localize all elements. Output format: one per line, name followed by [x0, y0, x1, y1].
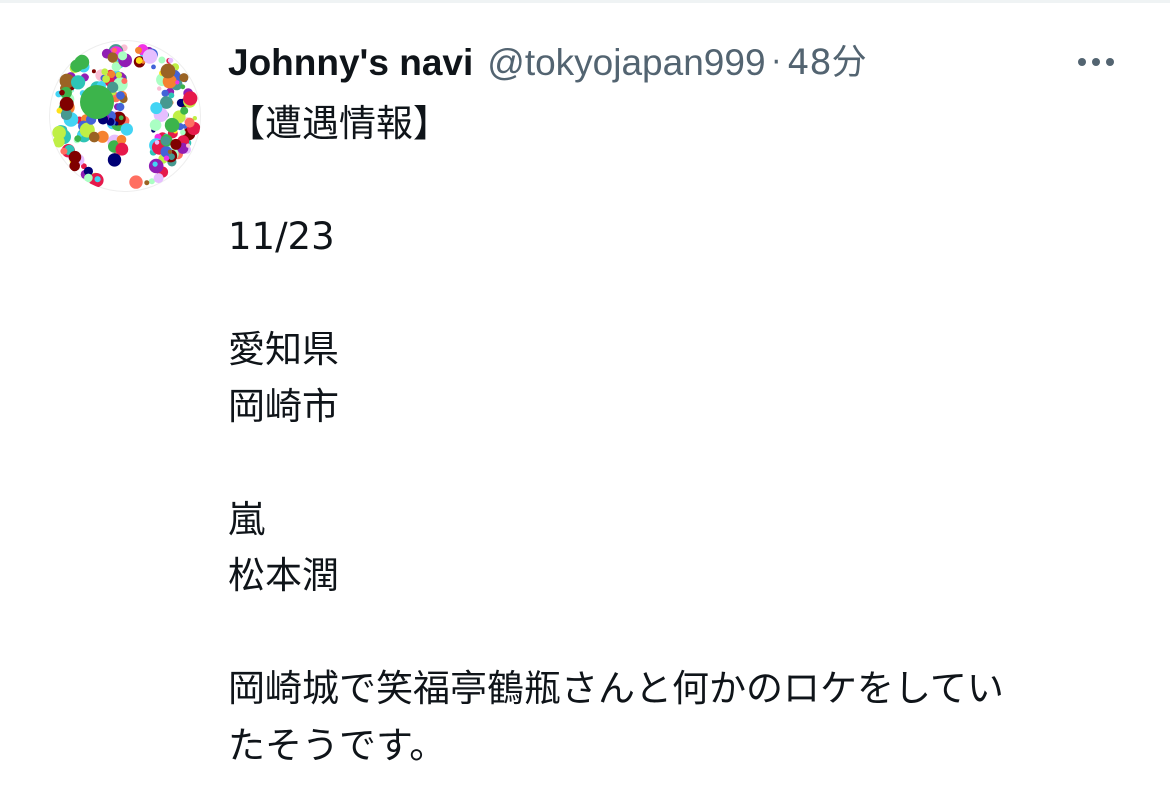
author-handle[interactable]: @tokyojapan999 [487, 36, 765, 90]
tweet-timestamp[interactable]: 48分 [787, 36, 867, 90]
tweet-text: 【遭遇情報】 11/23 愛知県 岡崎市 嵐 松本潤 岡崎城で笑福亭鶴瓶さんと何… [228, 102, 1004, 767]
more-options-icon [1078, 58, 1114, 66]
more-options-button[interactable] [1066, 44, 1126, 80]
header-separator: · [771, 45, 782, 80]
tweet-header: Johnny's navi @tokyojapan999 · 48分 [228, 36, 867, 90]
johnnys-j-dots-avatar-icon [52, 44, 201, 189]
author-display-name[interactable]: Johnny's navi [228, 36, 473, 90]
avatar[interactable] [49, 40, 201, 192]
top-divider [0, 0, 1170, 3]
